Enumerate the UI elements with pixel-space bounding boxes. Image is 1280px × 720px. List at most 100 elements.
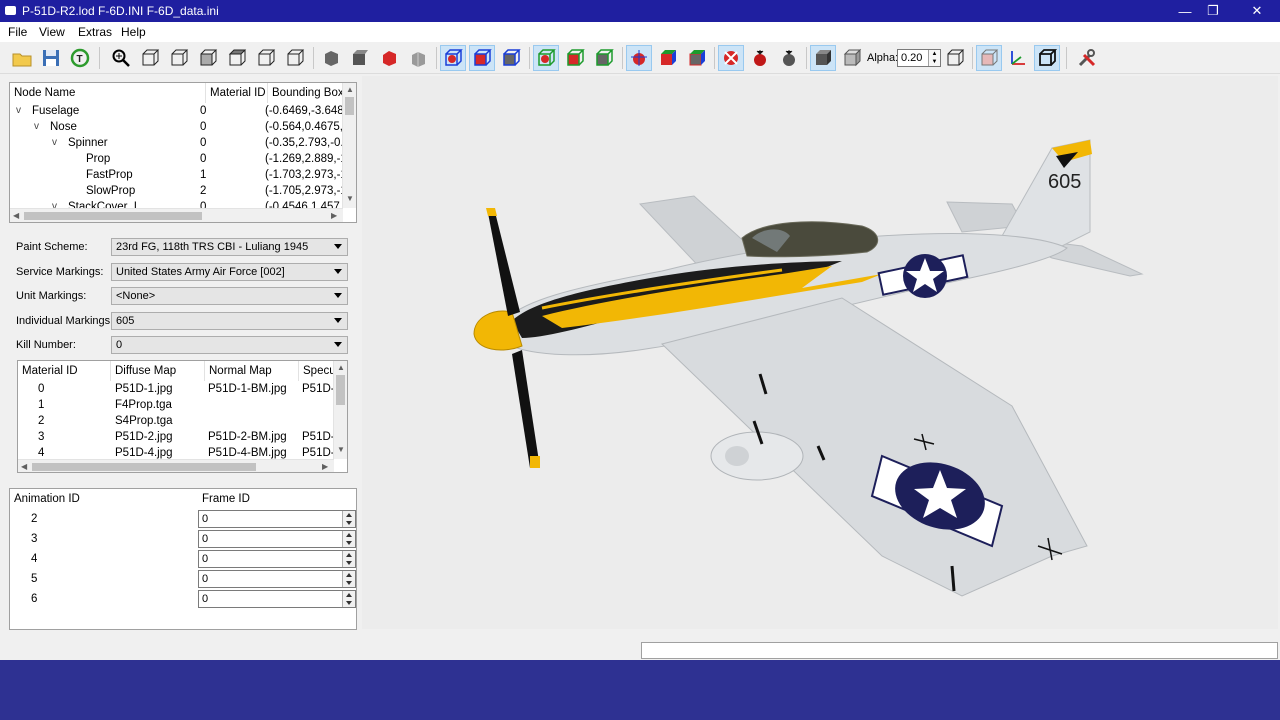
- spin-up-icon[interactable]: [346, 593, 352, 597]
- tree-node-name[interactable]: Fuselage: [32, 105, 79, 117]
- spin-down-icon[interactable]: [346, 581, 352, 585]
- spin-buttons[interactable]: [342, 551, 355, 567]
- spin-down-icon[interactable]: [346, 561, 352, 565]
- spin-up-icon[interactable]: [346, 533, 352, 537]
- column-specular[interactable]: Specu: [299, 361, 335, 381]
- spin-down-icon[interactable]: [346, 521, 352, 525]
- specular-map-cell[interactable]: P51D-: [302, 447, 334, 459]
- column-diffuse-map[interactable]: Diffuse Map: [111, 361, 205, 381]
- menu-extras[interactable]: Extras: [78, 25, 112, 39]
- menu-view[interactable]: View: [39, 25, 65, 39]
- bomb-icon[interactable]: [747, 45, 773, 71]
- solid-green-icon[interactable]: [562, 45, 588, 71]
- paint-mesh-icon[interactable]: [626, 45, 652, 71]
- shade-flat-icon[interactable]: [318, 45, 344, 71]
- diffuse-map-cell[interactable]: P51D-2.jpg: [115, 431, 205, 443]
- alpha-input[interactable]: 0.20 ▲ ▼: [897, 49, 941, 67]
- spin-buttons[interactable]: [342, 591, 355, 607]
- view-bottom-icon[interactable]: [282, 45, 308, 71]
- material-id-cell[interactable]: 3: [38, 431, 68, 443]
- materials-vscroll[interactable]: ▲ ▼: [333, 361, 347, 459]
- wireframe-blue-icon[interactable]: [440, 45, 466, 71]
- frame-id-spinbox[interactable]: 0: [198, 570, 356, 588]
- perspective-cube-icon[interactable]: [1034, 45, 1060, 71]
- spin-buttons[interactable]: [342, 531, 355, 547]
- materials-hscroll[interactable]: ◀ ▶: [18, 459, 334, 472]
- view-left-icon[interactable]: [195, 45, 221, 71]
- texture-reload-icon[interactable]: T: [67, 45, 93, 71]
- column-bounding-box[interactable]: Bounding Box: [268, 83, 344, 103]
- shade-texture-icon[interactable]: [405, 45, 431, 71]
- diffuse-map-cell[interactable]: P51D-4.jpg: [115, 447, 205, 459]
- damage-marker-icon[interactable]: [718, 45, 744, 71]
- column-node-name[interactable]: Node Name: [10, 83, 206, 103]
- specular-map-cell[interactable]: P51D-: [302, 431, 334, 443]
- view-front-icon[interactable]: [137, 45, 163, 71]
- open-folder-icon[interactable]: [9, 45, 35, 71]
- alpha-spinner[interactable]: ▲ ▼: [928, 50, 940, 66]
- restore-button[interactable]: ❐: [1193, 0, 1233, 22]
- grid-cube-icon[interactable]: [976, 45, 1002, 71]
- spin-buttons[interactable]: [342, 511, 355, 527]
- model-viewport[interactable]: 605: [362, 76, 1278, 629]
- tree-expander-icon[interactable]: v: [52, 137, 57, 148]
- shade-color-icon[interactable]: [376, 45, 402, 71]
- diffuse-map-cell[interactable]: P51D-1.jpg: [115, 383, 205, 395]
- diffuse-map-cell[interactable]: F4Prop.tga: [115, 399, 205, 411]
- node-tree-hscroll[interactable]: ◀ ▶: [10, 208, 343, 222]
- menu-help[interactable]: Help: [121, 25, 146, 39]
- wireframe-green-icon[interactable]: [533, 45, 559, 71]
- axes-icon[interactable]: [1005, 45, 1031, 71]
- normal-map-cell[interactable]: P51D-2-BM.jpg: [208, 431, 298, 443]
- column-animation-id[interactable]: Animation ID: [10, 489, 198, 509]
- menu-file[interactable]: File: [8, 25, 27, 39]
- material-id-cell[interactable]: 2: [38, 415, 68, 427]
- diffuse-map-cell[interactable]: S4Prop.tga: [115, 415, 205, 427]
- tree-node-name[interactable]: Nose: [50, 121, 77, 133]
- view-top-icon[interactable]: [253, 45, 279, 71]
- save-icon[interactable]: [38, 45, 64, 71]
- column-normal-map[interactable]: Normal Map: [205, 361, 299, 381]
- specular-map-cell[interactable]: P51D-: [302, 383, 334, 395]
- normal-map-cell[interactable]: P51D-4-BM.jpg: [208, 447, 298, 459]
- transparent-cube-icon[interactable]: [839, 45, 865, 71]
- tree-node-name[interactable]: Prop: [86, 153, 110, 165]
- view-right-icon[interactable]: [224, 45, 250, 71]
- spin-down-icon[interactable]: [346, 601, 352, 605]
- spin-down-icon[interactable]: [346, 541, 352, 545]
- tree-expander-icon[interactable]: v: [16, 105, 21, 116]
- tree-expander-icon[interactable]: v: [34, 121, 39, 132]
- paint-solid-icon[interactable]: [655, 45, 681, 71]
- individual-markings-select[interactable]: 605: [111, 312, 348, 330]
- normal-map-cell[interactable]: P51D-1-BM.jpg: [208, 383, 298, 395]
- tree-node-name[interactable]: FastProp: [86, 169, 133, 181]
- solid-cube-icon[interactable]: [810, 45, 836, 71]
- column-material-id[interactable]: Material ID: [206, 83, 268, 103]
- kill-number-select[interactable]: 0: [111, 336, 348, 354]
- close-button[interactable]: ✕: [1237, 0, 1277, 22]
- paint-scheme-select[interactable]: 23rd FG, 118th TRS CBI - Luliang 1945: [111, 238, 348, 256]
- spin-up-icon[interactable]: [346, 513, 352, 517]
- column-frame-id[interactable]: Frame ID: [198, 489, 356, 509]
- tools-icon[interactable]: [1074, 45, 1100, 71]
- zoom-fit-icon[interactable]: [108, 45, 134, 71]
- frame-id-spinbox[interactable]: 0: [198, 590, 356, 608]
- view-back-icon[interactable]: [166, 45, 192, 71]
- paint-box-icon[interactable]: [684, 45, 710, 71]
- material-id-cell[interactable]: 4: [38, 447, 68, 459]
- bomb-grey-icon[interactable]: [776, 45, 802, 71]
- frame-id-spinbox[interactable]: 0: [198, 550, 356, 568]
- frame-id-spinbox[interactable]: 0: [198, 530, 356, 548]
- shade-smooth-icon[interactable]: [347, 45, 373, 71]
- service-markings-select[interactable]: United States Army Air Force [002]: [111, 263, 348, 281]
- box-blue-icon[interactable]: [498, 45, 524, 71]
- column-material-id[interactable]: Material ID: [18, 361, 111, 381]
- solid-blue-icon[interactable]: [469, 45, 495, 71]
- tree-node-name[interactable]: Spinner: [68, 137, 108, 149]
- spin-up-icon[interactable]: [346, 573, 352, 577]
- spin-buttons[interactable]: [342, 571, 355, 587]
- node-tree-vscroll[interactable]: ▲ ▼: [342, 83, 356, 208]
- tree-node-name[interactable]: SlowProp: [86, 185, 135, 197]
- box-green-icon[interactable]: [591, 45, 617, 71]
- spin-up-icon[interactable]: [346, 553, 352, 557]
